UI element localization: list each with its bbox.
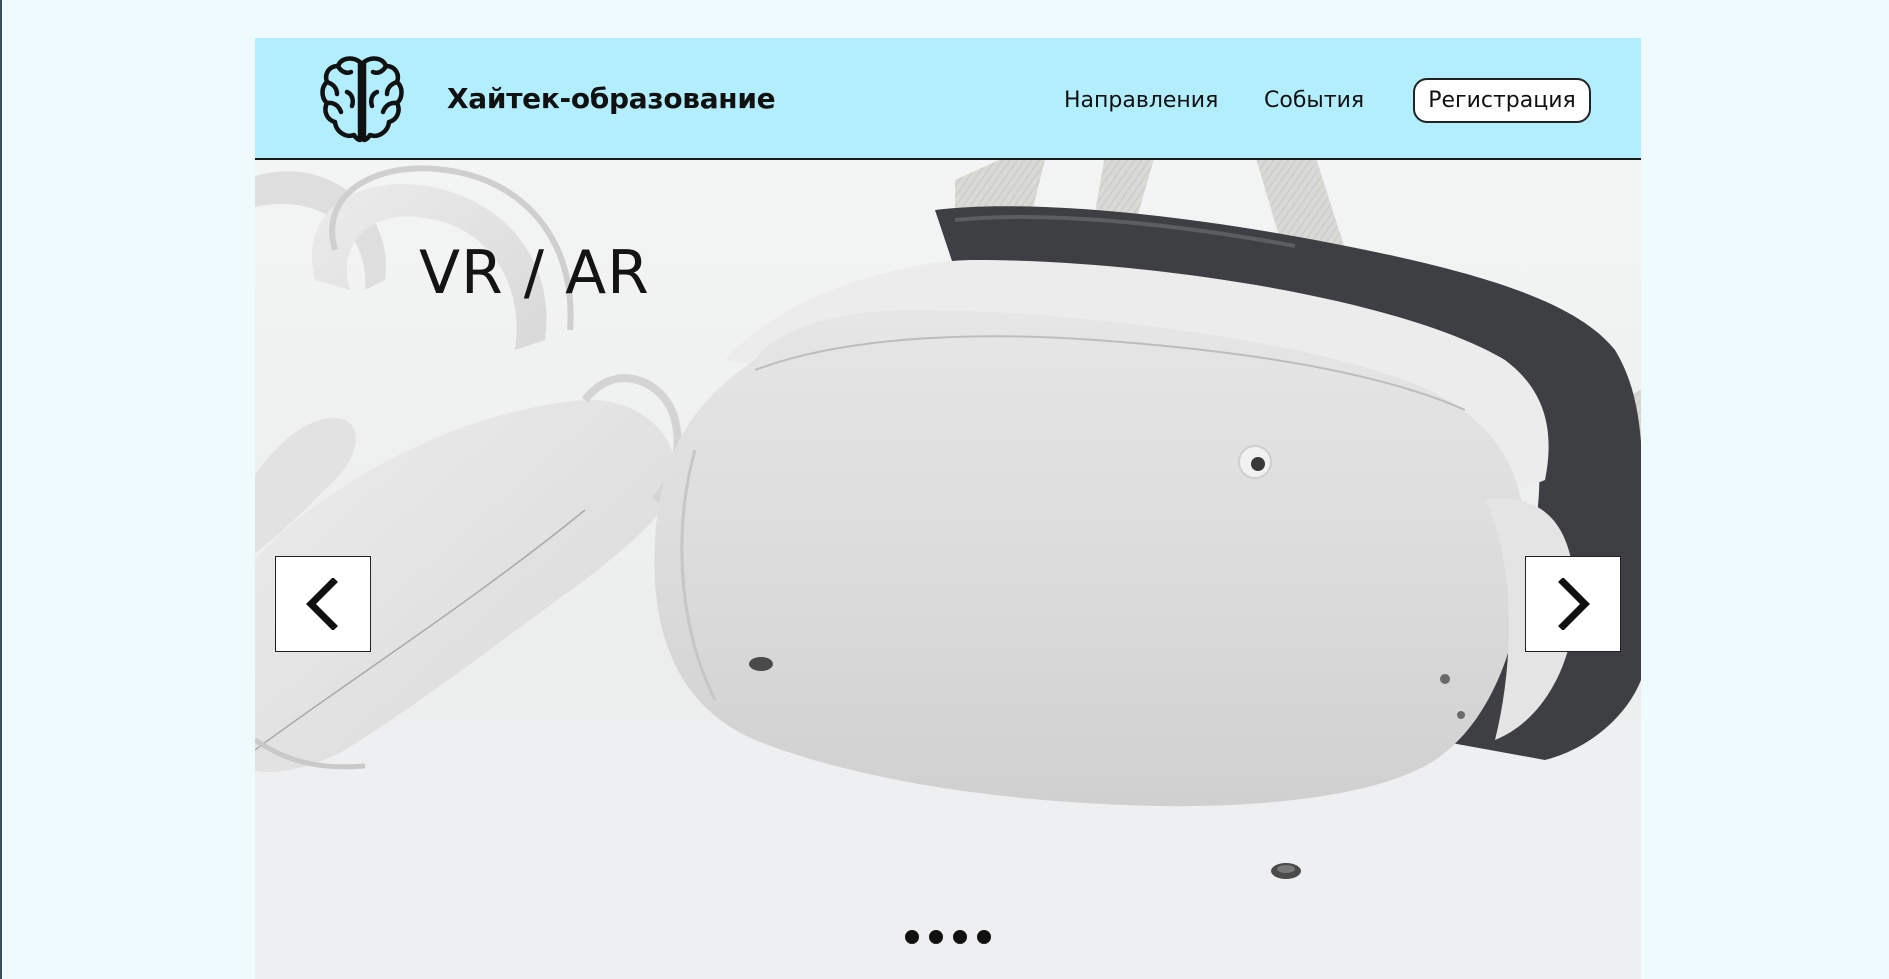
slide-dot-4[interactable]: [977, 930, 991, 944]
next-slide-button[interactable]: [1525, 556, 1621, 652]
register-button[interactable]: Регистрация: [1413, 78, 1591, 123]
site-header: Хайтек-образование Направления События Р…: [255, 38, 1641, 160]
nav-link-directions[interactable]: Направления: [1064, 88, 1218, 113]
slide-dot-2[interactable]: [929, 930, 943, 944]
hero-slider: VR / AR: [255, 160, 1641, 979]
site-title[interactable]: Хайтек-образование: [447, 82, 776, 115]
chevron-left-icon: [306, 578, 338, 630]
slide-dot-1[interactable]: [905, 930, 919, 944]
slider-pagination: [905, 930, 991, 944]
prev-slide-button[interactable]: [275, 556, 371, 652]
slide-dot-3[interactable]: [953, 930, 967, 944]
nav-link-events[interactable]: События: [1264, 88, 1364, 113]
slide-title: VR / AR: [419, 238, 650, 308]
page-frame: Хайтек-образование Направления События Р…: [255, 38, 1641, 979]
chevron-right-icon: [1558, 578, 1590, 630]
brain-icon: [320, 56, 404, 143]
